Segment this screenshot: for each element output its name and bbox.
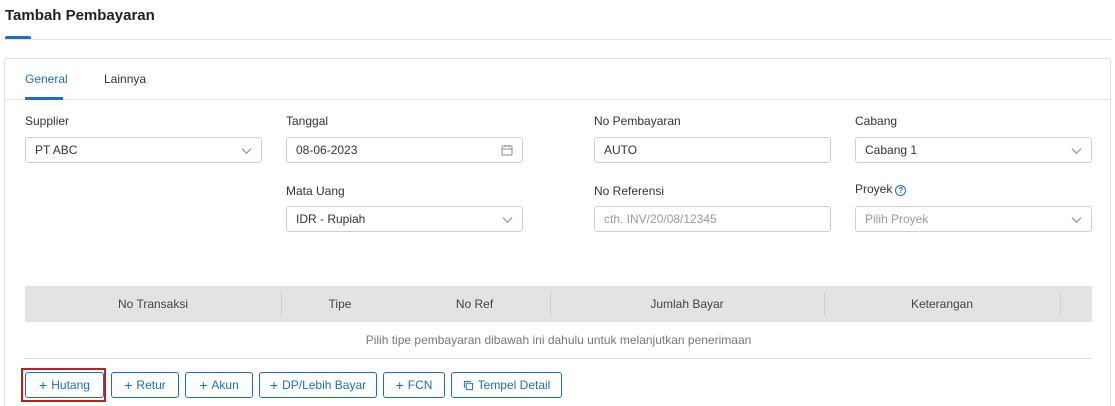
no-referensi-placeholder: cth. INV/20/08/12345: [604, 212, 717, 226]
table-empty-message: Pilih tipe pembayaran dibawah ini dahulu…: [365, 333, 752, 347]
mata-uang-value: IDR - Rupiah: [296, 212, 366, 226]
active-tab-indicator: [25, 97, 63, 100]
supplier-label: Supplier: [25, 114, 70, 128]
chevron-down-icon: [1071, 217, 1082, 224]
form-card: General Lainnya Supplier PT ABC Tanggal …: [4, 58, 1111, 406]
column-tipe: Tipe: [328, 297, 352, 311]
proyek-label: Proyek: [855, 182, 893, 196]
plus-icon: +: [39, 377, 48, 393]
table-header: No Transaksi Tipe No Ref Jumlah Bayar Ke…: [25, 286, 1092, 322]
tempel-detail-button[interactable]: Tempel Detail: [451, 372, 562, 398]
add-retur-button[interactable]: + Retur: [111, 372, 179, 398]
supplier-value: PT ABC: [35, 143, 78, 157]
add-dp-lebih-bayar-button[interactable]: + DP/Lebih Bayar: [259, 372, 377, 398]
chevron-down-icon: [1071, 148, 1082, 155]
tab-bar: General Lainnya: [5, 59, 1110, 100]
tanggal-value: 08-06-2023: [296, 143, 358, 157]
cabang-select[interactable]: Cabang 1: [855, 137, 1092, 163]
supplier-select[interactable]: PT ABC: [25, 137, 262, 163]
no-referensi-input[interactable]: cth. INV/20/08/12345: [594, 206, 831, 232]
mata-uang-select[interactable]: IDR - Rupiah: [286, 206, 523, 232]
calendar-icon[interactable]: [501, 144, 513, 156]
copy-icon: [463, 380, 473, 391]
table-bottom-border: [25, 358, 1092, 359]
proyek-label-wrap: Proyek?: [855, 182, 907, 196]
add-fcn-button[interactable]: + FCN: [383, 372, 445, 398]
tempel-detail-button-label: Tempel Detail: [477, 378, 551, 392]
retur-button-label: Retur: [136, 378, 166, 392]
proyek-select[interactable]: Pilih Proyek: [855, 206, 1092, 232]
no-pembayaran-input[interactable]: AUTO: [594, 137, 831, 163]
column-divider: [1060, 293, 1061, 315]
dp-lebih-bayar-button-label: DP/Lebih Bayar: [282, 378, 367, 392]
tab-lainnya[interactable]: Lainnya: [104, 72, 146, 86]
column-no-transaksi: No Transaksi: [117, 297, 189, 311]
tanggal-date-input[interactable]: 08-06-2023: [286, 137, 523, 163]
page-title: Tambah Pembayaran: [5, 7, 155, 24]
plus-icon: +: [395, 377, 404, 393]
plus-icon: +: [269, 377, 279, 393]
proyek-placeholder: Pilih Proyek: [865, 212, 929, 226]
column-no-ref: No Ref: [455, 297, 494, 311]
plus-icon: +: [199, 377, 208, 393]
question-circle-icon[interactable]: ?: [895, 185, 907, 196]
column-jumlah-bayar: Jumlah Bayar: [650, 297, 724, 311]
mata-uang-label: Mata Uang: [286, 184, 345, 198]
add-hutang-button[interactable]: + Hutang: [25, 372, 104, 398]
tab-general[interactable]: General: [25, 72, 68, 86]
cabang-value: Cabang 1: [865, 143, 918, 157]
no-pembayaran-label: No Pembayaran: [594, 114, 681, 128]
title-divider: [5, 39, 1111, 40]
column-keterangan: Keterangan: [910, 297, 974, 311]
no-pembayaran-value: AUTO: [604, 143, 638, 157]
chevron-down-icon: [502, 217, 513, 224]
hutang-button-label: Hutang: [51, 378, 90, 392]
akun-button-label: Akun: [211, 378, 239, 392]
add-akun-button[interactable]: + Akun: [185, 372, 253, 398]
plus-icon: +: [124, 377, 133, 393]
no-referensi-label: No Referensi: [594, 184, 665, 198]
chevron-down-icon: [241, 148, 252, 155]
cabang-label: Cabang: [855, 114, 898, 128]
tanggal-label: Tanggal: [286, 114, 329, 128]
fcn-button-label: FCN: [407, 378, 433, 392]
